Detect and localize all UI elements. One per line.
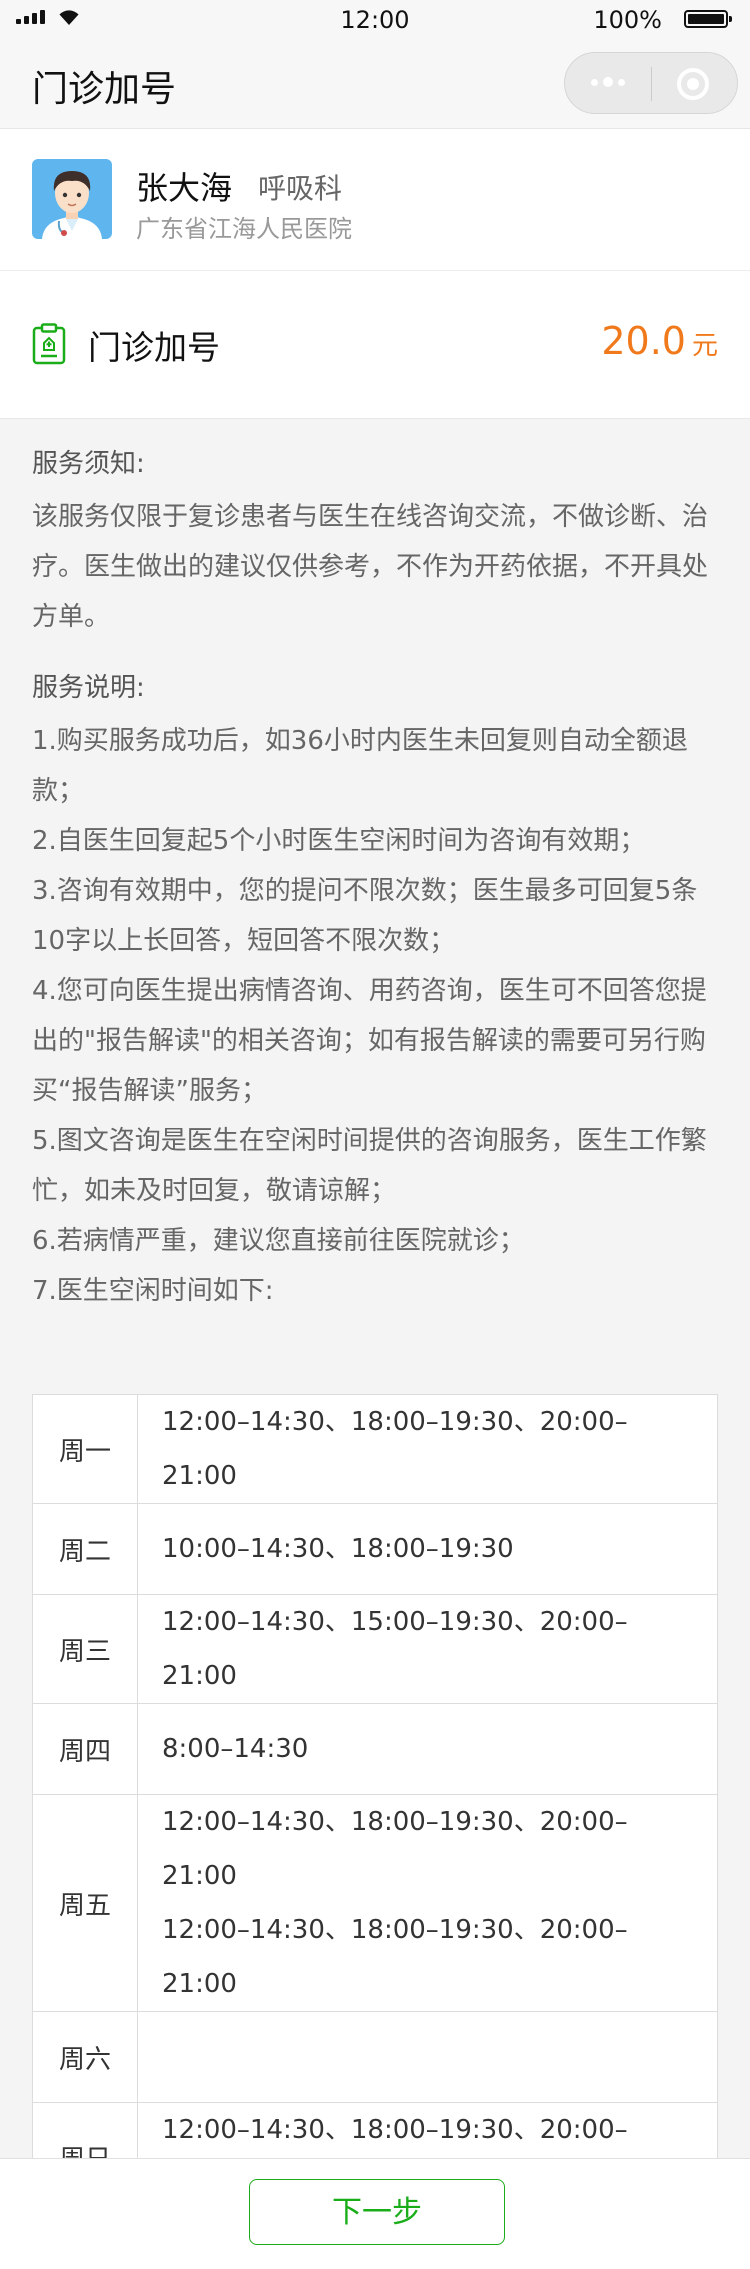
price-amount: 20.0 [601, 319, 686, 363]
explain-item: 1.购买服务成功后，如36小时内医生未回复则自动全额退款； [32, 726, 688, 806]
schedule-day: 周一 [32, 1394, 138, 1504]
nav-bar: 门诊加号 [0, 40, 750, 129]
clipboard-icon [32, 323, 66, 365]
schedule-day: 周二 [32, 1503, 138, 1595]
battery-icon [684, 10, 732, 28]
next-step-button[interactable]: 下一步 [249, 2179, 505, 2245]
explain-item: 5.图文咨询是医生在空闲时间提供的咨询服务，医生工作繁忙，如未及时回复，敬请谅解… [32, 1126, 707, 1206]
schedule-day: 周三 [32, 1594, 138, 1704]
schedule-times: 8:00–14:30 [137, 1703, 718, 1795]
doctor-department: 呼吸科 [258, 172, 343, 205]
schedule-row: 周二 10:00–14:30、18:00–19:30 [32, 1503, 718, 1595]
doctor-avatar [32, 159, 112, 239]
schedule-time-line: 12:00–14:30、18:00–19:30、20:00–21:00 [162, 1915, 628, 1999]
schedule-row: 周三 12:00–14:30、15:00–19:30、20:00–21:00 [32, 1594, 718, 1704]
more-icon[interactable] [591, 77, 625, 87]
service-price: 20.0 元 [601, 319, 718, 363]
notice-text: 该服务仅限于复诊患者与医生在线咨询交流，不做诊断、治疗。医生做出的建议仅供参考，… [32, 502, 709, 632]
price-unit: 元 [691, 331, 718, 361]
schedule-time-line: 12:00–14:30、18:00–19:30、20:00–21:00 [162, 1807, 628, 1891]
schedule-times: 12:00–14:30、18:00–19:30、20:00–21:00 [137, 1394, 718, 1504]
doctor-hospital: 广东省江海人民医院 [136, 215, 352, 243]
schedule-table: 周一 12:00–14:30、18:00–19:30、20:00–21:00 周… [32, 1394, 718, 2212]
schedule-day: 周五 [32, 1794, 138, 2012]
explain-item: 3.咨询有效期中，您的提问不限次数；医生最多可回复5条10字以上长回答，短回答不… [32, 876, 698, 956]
footer-bar: 下一步 [0, 2158, 750, 2269]
explain-list: 1.购买服务成功后，如36小时内医生未回复则自动全额退款； 2.自医生回复起5个… [32, 716, 718, 1316]
schedule-times [137, 2011, 718, 2103]
schedule-time-line: 12:00–14:30、18:00–19:30、20:00–21:00 [162, 1407, 628, 1491]
explain-item: 6.若病情严重，建议您直接前往医院就诊； [32, 1226, 525, 1256]
schedule-day: 周四 [32, 1703, 138, 1795]
service-name: 门诊加号 [88, 328, 220, 367]
battery-percentage: 100% [593, 6, 662, 34]
service-card: 门诊加号 20.0 元 [0, 271, 750, 419]
schedule-day: 周六 [32, 2011, 138, 2103]
close-icon[interactable] [677, 68, 709, 100]
schedule-row: 周六 [32, 2011, 718, 2103]
doctor-name: 张大海 [136, 169, 233, 207]
doctor-card: 张大海 呼吸科 广东省江海人民医院 [0, 129, 750, 271]
service-info: 服务须知: 该服务仅限于复诊患者与医生在线咨询交流，不做诊断、治疗。医生做出的建… [32, 440, 718, 1316]
schedule-times: 12:00–14:30、18:00–19:30、20:00–21:00 12:0… [137, 1794, 718, 2012]
schedule-time-line: 10:00–14:30、18:00–19:30 [162, 1534, 514, 1564]
explain-item: 7.医生空闲时间如下: [32, 1276, 274, 1306]
explain-item: 2.自医生回复起5个小时医生空闲时间为咨询有效期； [32, 826, 646, 856]
schedule-times: 10:00–14:30、18:00–19:30 [137, 1503, 718, 1595]
schedule-row: 周五 12:00–14:30、18:00–19:30、20:00–21:00 1… [32, 1794, 718, 2012]
explain-item: 4.您可向医生提出病情咨询、用药咨询，医生可不回答您提出的"报告解读"的相关咨询… [32, 976, 707, 1106]
mini-program-capsule [564, 52, 738, 114]
schedule-row: 周四 8:00–14:30 [32, 1703, 718, 1795]
schedule-time-line: 12:00–14:30、15:00–19:30、20:00–21:00 [162, 1607, 628, 1691]
schedule-row: 周一 12:00–14:30、18:00–19:30、20:00–21:00 [32, 1394, 718, 1504]
explain-title: 服务说明: [32, 673, 145, 703]
page-title: 门诊加号 [32, 69, 177, 110]
notice-title: 服务须知: [32, 449, 145, 479]
schedule-times: 12:00–14:30、15:00–19:30、20:00–21:00 [137, 1594, 718, 1704]
schedule-time-line: 8:00–14:30 [162, 1734, 309, 1764]
status-bar: 12:00 100% [0, 0, 750, 40]
